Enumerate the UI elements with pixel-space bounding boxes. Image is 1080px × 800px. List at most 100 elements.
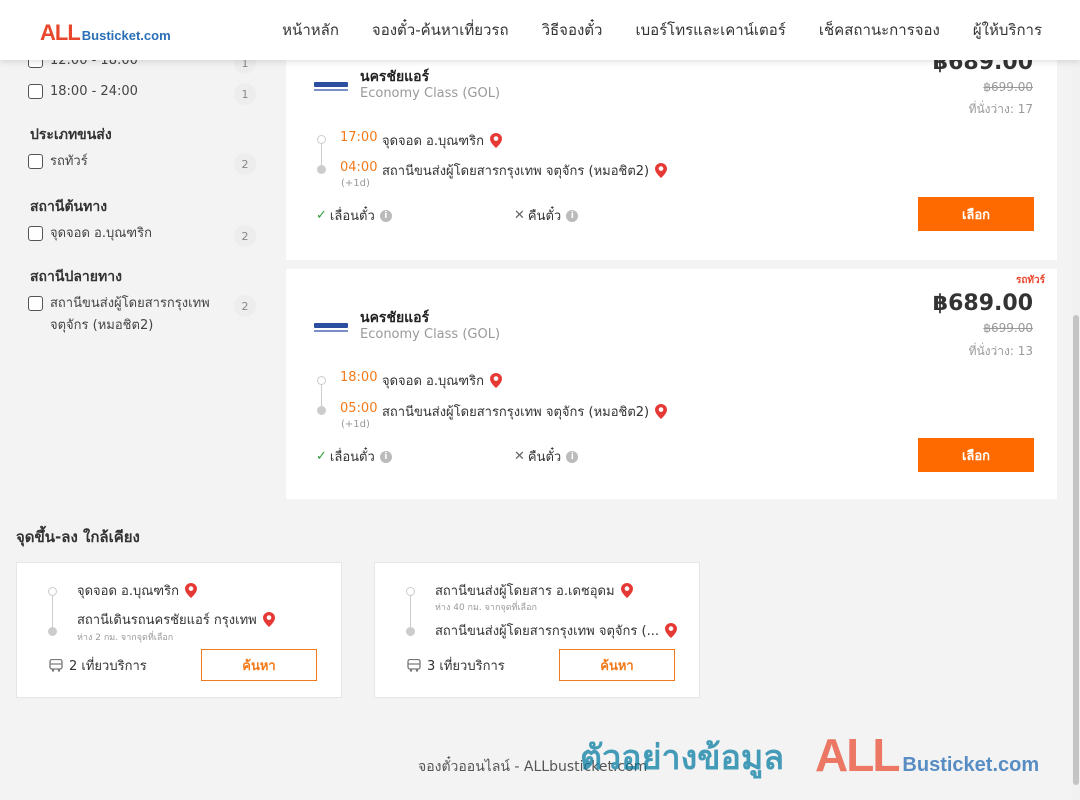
trip-price: ฿689.00 xyxy=(932,291,1033,316)
filter-label: 18:00 - 24:00 xyxy=(50,84,138,99)
watermark-logo-all: ALL xyxy=(815,729,900,781)
check-icon: ✓ xyxy=(316,449,327,464)
filter-label: จุดจอด อ.บุณฑริก xyxy=(50,226,152,241)
timeline-end-dot xyxy=(317,165,326,174)
nav-contacts[interactable]: เบอร์โทรและเคาน์เตอร์ xyxy=(635,18,785,42)
timeline-line xyxy=(52,596,53,627)
timeline-line xyxy=(321,144,322,166)
filter-title-destination: สถานีปลายทาง xyxy=(30,269,122,285)
operator-name: นครชัยแอร์ xyxy=(360,69,430,85)
filter-time-18-24[interactable]: 18:00 - 24:00 1 xyxy=(28,81,256,105)
nav-book-search[interactable]: จองตั๋ว-ค้นหาเที่ยวรถ xyxy=(372,18,509,42)
next-day-indicator: (+1d) xyxy=(341,178,370,189)
nearby-from: จุดจอด อ.บุณฑริก xyxy=(77,580,197,601)
main-nav: หน้าหลัก จองตั๋ว-ค้นหาเที่ยวรถ วิธีจองตั… xyxy=(282,0,1042,60)
feature-change-ticket: ✓ เลื่อนตั๋ว i xyxy=(316,205,392,226)
bus-icon xyxy=(49,659,63,672)
checkbox[interactable] xyxy=(28,296,43,311)
map-pin-icon[interactable] xyxy=(655,404,668,419)
depart-time: 18:00 xyxy=(340,370,378,385)
arrive-place: สถานีขนส่งผู้โดยสารกรุงเทพ จตุจักร (หมอช… xyxy=(382,401,668,422)
filter-transport-tour[interactable]: รถทัวร์ 2 xyxy=(28,151,256,175)
trip-card: รถทัวร์ นครชัยแอร์ Economy Class (GOL) ฿… xyxy=(286,269,1057,499)
depart-time: 17:00 xyxy=(340,130,378,145)
depart-place: จุดจอด อ.บุณฑริก xyxy=(382,130,502,151)
filter-count: 2 xyxy=(234,295,256,317)
trip-old-price: ฿699.00 xyxy=(983,321,1033,335)
timeline-line xyxy=(410,596,411,627)
filter-destination-option[interactable]: สถานีขนส่งผู้โดยสารกรุงเทพ จตุจักร (หมอช… xyxy=(28,293,256,337)
filter-origin-option[interactable]: จุดจอด อ.บุณฑริก 2 xyxy=(28,223,256,247)
operator-name: นครชัยแอร์ xyxy=(360,310,430,326)
operator-logo xyxy=(314,78,350,94)
nearby-to: สถานีขนส่งผู้โดยสารกรุงเทพ จตุจักร (... xyxy=(435,620,677,641)
nearby-section-title: จุดขึ้น-ลง ใกล้เคียง xyxy=(16,528,140,546)
nav-check-booking[interactable]: เช็คสถานะการจอง xyxy=(819,18,940,42)
filter-count: 2 xyxy=(234,225,256,247)
nearby-from-text: สถานีขนส่งผู้โดยสาร อ.เดชอุดม xyxy=(435,584,615,599)
depart-place: จุดจอด อ.บุณฑริก xyxy=(382,370,502,391)
timeline-start-dot xyxy=(48,587,57,596)
select-trip-button[interactable]: เลือก xyxy=(918,197,1034,231)
depart-place-text: จุดจอด อ.บุณฑริก xyxy=(382,374,484,389)
info-icon[interactable]: i xyxy=(379,450,392,463)
timeline-start-dot xyxy=(317,376,326,385)
watermark-sample-text: ตัวอย่างข้อมูล xyxy=(580,738,785,778)
map-pin-icon[interactable] xyxy=(489,133,502,148)
seat-class: Economy Class (GOL) xyxy=(360,86,501,101)
timeline-end-dot xyxy=(317,406,326,415)
map-pin-icon[interactable] xyxy=(184,583,197,598)
seats-available: ที่นั่งว่าง: 13 xyxy=(968,344,1033,358)
check-icon: ✓ xyxy=(316,208,327,223)
map-pin-icon[interactable] xyxy=(489,373,502,388)
checkbox[interactable] xyxy=(28,84,43,99)
seat-class: Economy Class (GOL) xyxy=(360,327,501,342)
filter-count: 2 xyxy=(234,153,256,175)
arrive-time: 04:00 xyxy=(340,160,378,175)
timeline-start-dot xyxy=(406,587,415,596)
feature-label: เลื่อนตั๋ว xyxy=(329,450,375,465)
checkbox[interactable] xyxy=(28,154,43,169)
nearby-from: สถานีขนส่งผู้โดยสาร อ.เดชอุดม xyxy=(435,580,633,601)
filter-label: สถานีขนส่งผู้โดยสารกรุงเทพ จตุจักร (หมอช… xyxy=(50,296,210,333)
nav-home[interactable]: หน้าหลัก xyxy=(282,18,339,42)
nearby-search-button[interactable]: ค้นหา xyxy=(201,649,317,681)
map-pin-icon[interactable] xyxy=(655,163,668,178)
info-icon[interactable]: i xyxy=(566,450,579,463)
filter-count: 1 xyxy=(234,83,256,105)
timeline-start-dot xyxy=(317,135,326,144)
nearby-to: สถานีเดินรถนครชัยแอร์ กรุงเทพ xyxy=(77,609,275,630)
map-pin-icon[interactable] xyxy=(262,612,275,627)
feature-label: คืนตั๋ว xyxy=(527,209,562,224)
map-pin-icon[interactable] xyxy=(620,583,633,598)
site-logo[interactable]: ALL Busticket.com xyxy=(40,20,171,46)
checkbox[interactable] xyxy=(28,226,43,241)
feature-label: เลื่อนตั๋ว xyxy=(329,209,375,224)
nearby-trip-count: 3 เที่ยวบริการ xyxy=(407,655,505,676)
nav-operators[interactable]: ผู้ให้บริการ xyxy=(973,18,1042,42)
info-icon[interactable]: i xyxy=(566,209,579,222)
nearby-card: สถานีขนส่งผู้โดยสาร อ.เดชอุดม ห่าง 40 กม… xyxy=(374,562,700,698)
filter-label: รถทัวร์ xyxy=(50,154,88,169)
arrive-time: 05:00 xyxy=(340,401,378,416)
arrive-place-text: สถานีขนส่งผู้โดยสารกรุงเทพ จตุจักร (หมอช… xyxy=(382,164,650,179)
select-trip-button[interactable]: เลือก xyxy=(918,438,1034,472)
map-pin-icon[interactable] xyxy=(664,623,677,638)
nav-how-to-book[interactable]: วิธีจองตั๋ว xyxy=(542,18,603,42)
nearby-trips-text: 2 เที่ยวบริการ xyxy=(69,659,147,674)
cross-icon: ✕ xyxy=(514,449,525,464)
nearby-search-button[interactable]: ค้นหา xyxy=(559,649,675,681)
info-icon[interactable]: i xyxy=(379,209,392,222)
arrive-place-text: สถานีขนส่งผู้โดยสารกรุงเทพ จตุจักร (หมอช… xyxy=(382,405,650,420)
nearby-from-distance: ห่าง 40 กม. จากจุดที่เลือก xyxy=(435,603,537,613)
operator-logo xyxy=(314,319,350,335)
watermark-logo-busticket: Busticket.com xyxy=(902,754,1040,776)
scrollbar-thumb[interactable] xyxy=(1073,315,1079,785)
logo-busticket-text: Busticket.com xyxy=(81,28,171,43)
depart-place-text: จุดจอด อ.บุณฑริก xyxy=(382,134,484,149)
cross-icon: ✕ xyxy=(514,208,525,223)
site-header: ALL Busticket.com หน้าหลัก จองตั๋ว-ค้นหา… xyxy=(0,0,1080,60)
nearby-from-text: จุดจอด อ.บุณฑริก xyxy=(77,584,179,599)
feature-refund-ticket: ✕ คืนตั๋ว i xyxy=(514,205,579,226)
trip-old-price: ฿699.00 xyxy=(983,80,1033,94)
